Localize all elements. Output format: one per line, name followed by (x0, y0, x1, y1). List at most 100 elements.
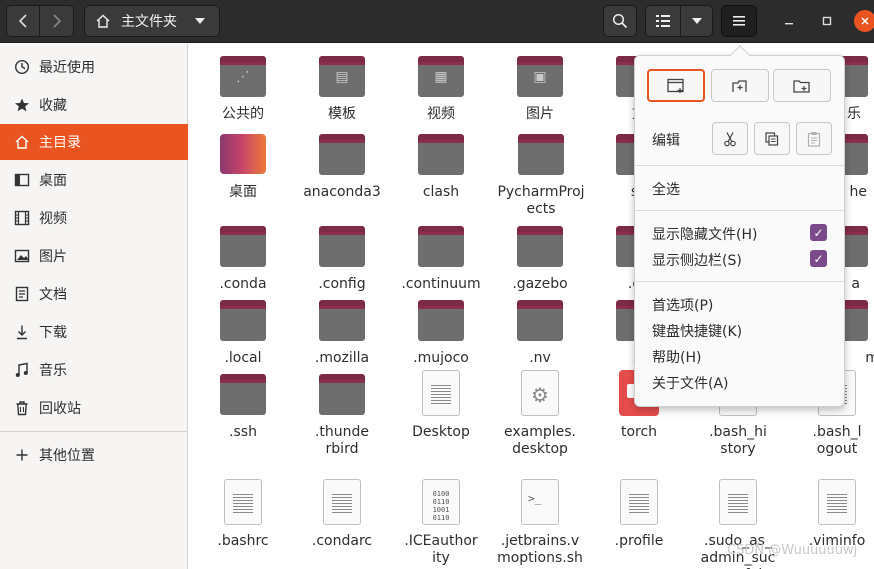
maximize-button[interactable] (816, 10, 838, 32)
path-bar-button[interactable]: 主文件夹 (84, 5, 220, 37)
new-tab-button[interactable] (711, 69, 769, 102)
search-icon (612, 13, 628, 29)
folder-icon (318, 296, 366, 344)
new-window-button[interactable] (647, 69, 705, 102)
forward-button[interactable] (40, 5, 74, 37)
file-item[interactable]: .profile (589, 479, 689, 550)
keyboard-shortcuts-menu-item[interactable]: 键盘快捷键(K) (652, 321, 742, 341)
sidebar-item-videos[interactable]: 视频 (0, 200, 188, 236)
preferences-menu-item[interactable]: 首选项(P) (652, 295, 713, 315)
file-item[interactable]: clash (391, 130, 491, 201)
sidebar-item-home[interactable]: 主目录 (0, 124, 188, 160)
sidebar-item-documents[interactable]: 文档 (0, 276, 188, 312)
sidebar-item-label: 音乐 (39, 363, 67, 379)
show-hidden-checkbox[interactable]: ✓ (810, 224, 827, 241)
document-icon (14, 286, 30, 302)
path-label: 主文件夹 (121, 14, 177, 30)
text-file-icon (714, 479, 762, 527)
cut-button[interactable] (712, 122, 748, 155)
clock-icon (14, 59, 30, 75)
back-button[interactable] (6, 5, 40, 37)
dropdown-arrow-icon (195, 18, 205, 24)
file-item[interactable]: .conda (193, 222, 293, 293)
sidebar-item-trash[interactable]: 回收站 (0, 390, 188, 426)
main-menu-button[interactable] (721, 5, 757, 37)
file-label: .gazebo (512, 276, 568, 292)
text-file-icon (615, 479, 663, 527)
show-sidebar-checkbox[interactable]: ✓ (810, 250, 827, 267)
file-item[interactable]: ▦ 视频 (391, 52, 491, 123)
folder-public-icon: ⋰ (219, 52, 267, 100)
file-item[interactable]: .thunderbird (292, 370, 392, 458)
file-item[interactable]: .nv (490, 296, 590, 367)
folder-pictures-icon: ▣ (516, 52, 564, 100)
dropdown-arrow-icon (691, 18, 702, 24)
file-item[interactable]: ⚙ examples.desktop (490, 370, 590, 458)
list-view-button[interactable] (645, 5, 681, 37)
edit-label: 编辑 (652, 133, 680, 149)
file-item[interactable]: 桌面 (193, 130, 293, 201)
minimize-button[interactable] (778, 10, 800, 32)
file-label: .bash_logout (812, 424, 862, 457)
sidebar-item-pictures[interactable]: 图片 (0, 238, 188, 274)
file-item[interactable]: .bashrc (193, 479, 293, 550)
file-item[interactable]: ▣ 图片 (490, 52, 590, 123)
file-item[interactable]: .config (292, 222, 392, 293)
file-item[interactable]: .continuum (391, 222, 491, 293)
close-button[interactable] (854, 10, 874, 32)
view-options-button[interactable] (681, 5, 713, 37)
sidebar: 最近使用 收藏 主目录 桌面 视频 图片 文档 下载 音乐 回收站 其他位置 (0, 44, 188, 569)
menu-separator (635, 165, 844, 166)
sidebar-item-other-locations[interactable]: 其他位置 (0, 437, 188, 473)
file-item[interactable]: .gazebo (490, 222, 590, 293)
file-label: .jetbrains.vmoptions.sh (497, 533, 583, 566)
file-label: anaconda3 (303, 184, 381, 200)
folder-icon (318, 130, 366, 178)
script-file-icon: >_ (516, 479, 564, 527)
file-label: examples.desktop (503, 424, 576, 457)
file-item[interactable]: ⋰ 公共的 (193, 52, 293, 123)
home-icon (14, 134, 30, 150)
file-label: .continuum (401, 276, 481, 292)
sidebar-item-desktop[interactable]: 桌面 (0, 162, 188, 198)
sidebar-item-downloads[interactable]: 下载 (0, 314, 188, 350)
sidebar-item-label: 其他位置 (39, 448, 95, 464)
help-menu-item[interactable]: 帮助(H) (652, 347, 701, 367)
new-folder-button[interactable] (773, 69, 831, 102)
file-item[interactable]: .mujoco (391, 296, 491, 367)
file-item[interactable]: PycharmProjects (490, 130, 592, 218)
file-item[interactable]: 0100 0110 1001 0110 .ICEauthority (391, 479, 491, 567)
file-label: .ssh (229, 424, 257, 440)
desktop-folder-icon (219, 130, 267, 178)
file-item[interactable]: anaconda3 (292, 130, 392, 201)
file-item[interactable]: Desktop (391, 370, 491, 441)
paste-button[interactable] (796, 122, 832, 155)
file-item[interactable]: >_ .jetbrains.vmoptions.sh (490, 479, 590, 567)
folder-icon (417, 296, 465, 344)
folder-templates-icon: ▤ (318, 52, 366, 100)
search-button[interactable] (603, 5, 637, 37)
sidebar-item-recent[interactable]: 最近使用 (0, 49, 188, 85)
file-item[interactable]: .viminfo (787, 479, 874, 550)
file-label: 图片 (526, 106, 554, 122)
file-item[interactable]: .mozilla (292, 296, 392, 367)
file-label: .thunderbird (314, 424, 370, 457)
show-sidebar-menu-item[interactable]: 显示侧边栏(S) (652, 250, 742, 270)
copy-button[interactable] (754, 122, 790, 155)
show-hidden-files-menu-item[interactable]: 显示隐藏文件(H) (652, 224, 757, 244)
folder-icon (219, 296, 267, 344)
file-label: 公共的 (222, 106, 264, 122)
chevron-left-icon (18, 14, 27, 28)
folder-icon (517, 130, 565, 178)
about-menu-item[interactable]: 关于文件(A) (652, 373, 729, 393)
file-item[interactable]: .ssh (193, 370, 293, 441)
file-item[interactable]: .condarc (292, 479, 392, 550)
sidebar-item-music[interactable]: 音乐 (0, 352, 188, 388)
sidebar-item-label: 主目录 (39, 135, 81, 151)
file-item[interactable]: ▤ 模板 (292, 52, 392, 123)
file-label: .condarc (311, 533, 373, 549)
select-all-menu-item[interactable]: 全选 (652, 179, 680, 199)
file-item[interactable]: .local (193, 296, 293, 367)
sidebar-item-starred[interactable]: 收藏 (0, 87, 188, 123)
new-tab-icon (732, 79, 747, 92)
